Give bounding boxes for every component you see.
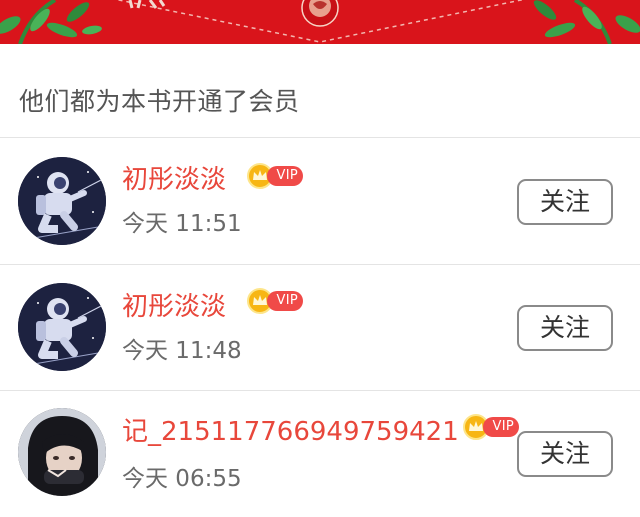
- member-name[interactable]: 记_215117766949759421: [122, 413, 459, 451]
- member-join-time: 今天 11:48: [122, 338, 242, 364]
- vip-label: VIP: [483, 417, 519, 437]
- follow-button[interactable]: 关注: [517, 305, 613, 351]
- member-join-time: 今天 11:51: [122, 211, 242, 237]
- portrait-avatar[interactable]: [18, 408, 106, 496]
- member-row: 初彤淡淡 VIP 今天 11:51 关注: [0, 138, 640, 264]
- follow-button[interactable]: 关注: [517, 431, 613, 477]
- astronaut-avatar[interactable]: [18, 157, 106, 245]
- astronaut-avatar[interactable]: [18, 283, 106, 371]
- vip-badge: VIP: [247, 163, 303, 189]
- vip-label: VIP: [267, 291, 303, 311]
- member-join-time: 今天 06:55: [122, 466, 242, 492]
- follow-button[interactable]: 关注: [517, 179, 613, 225]
- banner-decoration: [0, 0, 640, 44]
- header-banner: [0, 0, 640, 44]
- member-row: 记_215117766949759421 VIP 今天 06:55 关注: [0, 391, 640, 517]
- member-name[interactable]: 初彤淡淡: [122, 161, 226, 199]
- members-section-title: 他们都为本书开通了会员: [19, 87, 300, 116]
- vip-badge: VIP: [463, 414, 519, 440]
- member-row: 初彤淡淡 VIP 今天 11:48 关注: [0, 265, 640, 391]
- vip-label: VIP: [267, 166, 303, 186]
- vip-badge: VIP: [247, 288, 303, 314]
- member-name[interactable]: 初彤淡淡: [122, 288, 226, 326]
